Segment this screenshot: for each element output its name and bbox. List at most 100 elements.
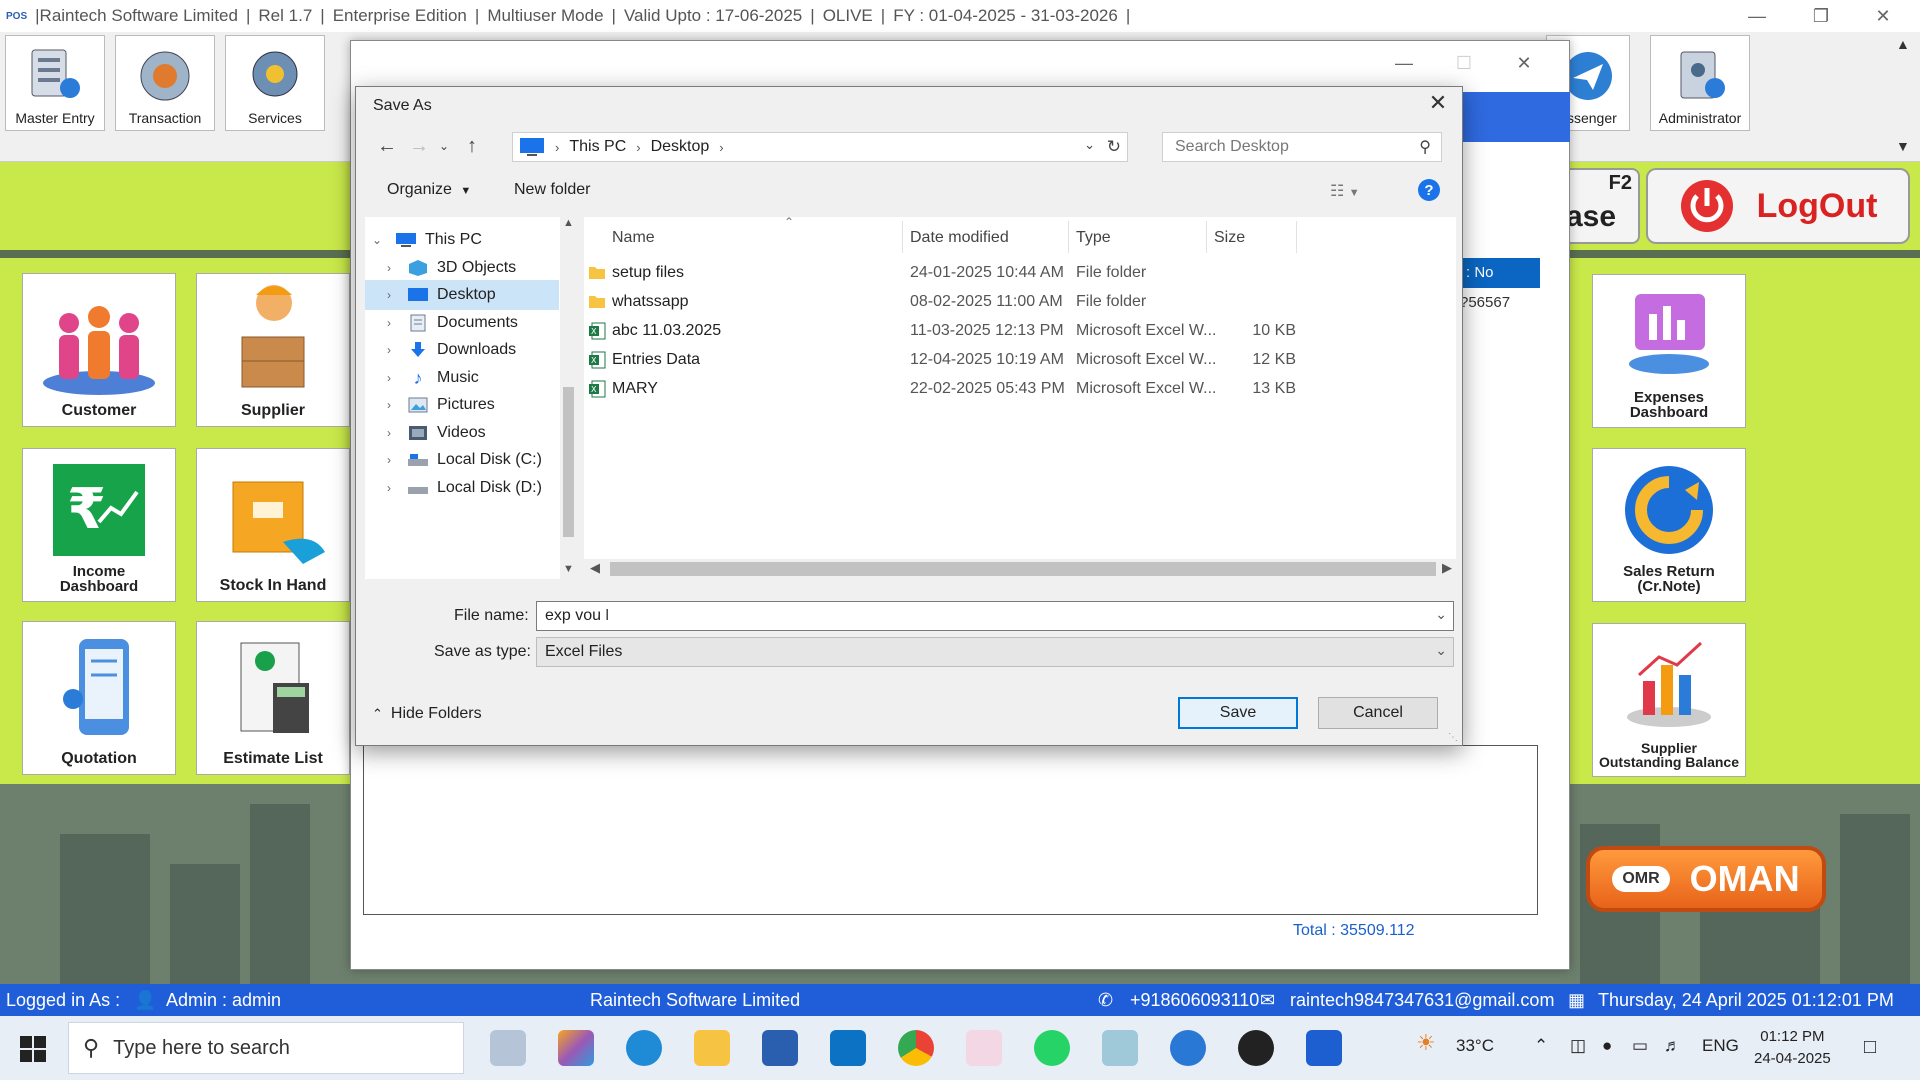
transaction-button[interactable]: Transaction	[115, 35, 215, 131]
task-view-icon[interactable]	[490, 1030, 526, 1066]
app-tile-icon[interactable]	[1102, 1030, 1138, 1066]
tree-expand-chevron-icon[interactable]: ›	[377, 343, 401, 357]
tree-item-documents[interactable]: › Documents	[365, 308, 559, 338]
scroll-down-icon[interactable]: ▼	[563, 563, 574, 575]
tree-item-local-disk-d[interactable]: › Local Disk (D:)	[365, 473, 559, 503]
search-desktop-input[interactable]: Search Desktop ⚲	[1162, 132, 1442, 162]
supplier-outstanding-tile[interactable]: Supplier Outstanding Balance	[1592, 623, 1746, 777]
media-app-icon[interactable]	[1238, 1030, 1274, 1066]
scroll-left-icon[interactable]: ◀	[590, 560, 600, 576]
services-button[interactable]: Services	[225, 35, 325, 131]
file-name-dropdown-icon[interactable]: ⌄	[1435, 606, 1447, 623]
tree-expand-chevron-icon[interactable]: ›	[377, 481, 401, 495]
tree-expand-chevron-icon[interactable]: ›	[377, 316, 401, 330]
tree-expand-chevron-icon[interactable]: ›	[377, 426, 401, 440]
file-row[interactable]: X MARY 22-02-2025 05:43 PM Microsoft Exc…	[584, 375, 1456, 404]
bg-window-close-icon[interactable]: ✕	[1501, 47, 1547, 79]
up-arrow-icon[interactable]: ↑	[459, 133, 485, 159]
tree-item-pictures[interactable]: › Pictures	[365, 390, 559, 420]
breadcrumb-desktop[interactable]: Desktop	[651, 138, 710, 156]
tree-item-3d-objects[interactable]: › 3D Objects	[365, 253, 559, 283]
expenses-dashboard-tile[interactable]: Expenses Dashboard	[1592, 274, 1746, 428]
weather-icon[interactable]: ☀	[1416, 1030, 1436, 1056]
tree-expand-chevron-icon[interactable]: ›	[377, 453, 401, 467]
minimize-icon[interactable]: —	[1734, 0, 1780, 32]
help-icon[interactable]: ?	[1418, 179, 1440, 201]
cancel-button[interactable]: Cancel	[1318, 697, 1438, 729]
hide-folders-toggle[interactable]: ⌃ Hide Folders	[372, 705, 482, 723]
raintech-app-icon[interactable]	[1306, 1030, 1342, 1066]
tree-scroll-thumb[interactable]	[563, 387, 574, 537]
edge-browser-icon[interactable]	[626, 1030, 662, 1066]
breadcrumb-this-pc[interactable]: This PC	[569, 138, 626, 156]
taskbar-clock[interactable]: 01:12 PM 24-04-2025	[1754, 1026, 1831, 1070]
tree-item-local-disk-c[interactable]: › Local Disk (C:)	[365, 445, 559, 475]
estimate-list-tile[interactable]: Estimate List	[196, 621, 350, 775]
bg-window-minimize-icon[interactable]: —	[1381, 47, 1427, 79]
microsoft-store-icon[interactable]	[762, 1030, 798, 1066]
column-type[interactable]: Type	[1076, 229, 1111, 247]
horizontal-scroll-thumb[interactable]	[610, 562, 1436, 576]
tree-item-desktop[interactable]: › Desktop	[365, 280, 559, 310]
column-size[interactable]: Size	[1214, 229, 1245, 247]
dialog-close-icon[interactable]: ✕	[1420, 87, 1456, 119]
toolbar-scroll-down-icon[interactable]: ▼	[1896, 138, 1910, 154]
income-dashboard-tile[interactable]: ₹ Income Dashboard	[22, 448, 176, 602]
tree-expand-chevron-icon[interactable]: ⌄	[365, 233, 389, 247]
file-row[interactable]: X abc 11.03.2025 11-03-2025 12:13 PM Mic…	[584, 317, 1456, 346]
administrator-button[interactable]: Administrator	[1650, 35, 1750, 131]
logout-button[interactable]: LogOut	[1646, 168, 1910, 244]
tree-item-music[interactable]: › ♪ Music	[365, 363, 559, 393]
address-dropdown-icon[interactable]: ⌄	[1084, 137, 1095, 153]
new-folder-button[interactable]: New folder	[514, 181, 590, 199]
resize-grip-icon[interactable]: ⋱	[1448, 732, 1458, 743]
address-bar[interactable]: › This PC › Desktop › ⌄ ↻	[512, 132, 1128, 162]
recent-locations-chevron-icon[interactable]: ⌄	[431, 133, 457, 159]
temperature[interactable]: 33°C	[1456, 1036, 1494, 1056]
column-name[interactable]: Name	[612, 229, 655, 247]
scroll-right-icon[interactable]: ▶	[1442, 560, 1452, 576]
notification-icon[interactable]: □	[1864, 1036, 1876, 1059]
tree-item-videos[interactable]: › Videos	[365, 418, 559, 448]
messenger-taskbar-icon[interactable]	[1170, 1030, 1206, 1066]
back-arrow-icon[interactable]: ←	[374, 133, 400, 159]
stock-in-hand-tile[interactable]: Stock In Hand	[196, 448, 350, 602]
language-indicator[interactable]: ENG	[1702, 1036, 1739, 1056]
file-list-horizontal-scrollbar[interactable]: ◀ ▶	[584, 559, 1456, 579]
tree-scrollbar[interactable]: ▲ ▼	[560, 217, 577, 579]
tree-item-this-pc[interactable]: ⌄ This PC	[365, 225, 559, 255]
customer-tile[interactable]: Customer	[22, 273, 176, 427]
master-entry-button[interactable]: Master Entry	[5, 35, 105, 131]
close-icon[interactable]: ✕	[1860, 0, 1906, 32]
file-name-input[interactable]: exp vou I ⌄	[536, 601, 1454, 631]
tree-expand-chevron-icon[interactable]: ›	[377, 398, 401, 412]
supplier-tile[interactable]: Supplier	[196, 273, 350, 427]
whatsapp-taskbar-icon[interactable]	[1034, 1030, 1070, 1066]
tree-expand-chevron-icon[interactable]: ›	[377, 288, 401, 302]
quotation-tile[interactable]: Quotation	[22, 621, 176, 775]
file-row[interactable]: setup files 24-01-2025 10:44 AM File fol…	[584, 259, 1456, 288]
tray-chevron-up-icon[interactable]: ⌃	[1534, 1036, 1548, 1056]
file-row[interactable]: X Entries Data 12-04-2025 10:19 AM Micro…	[584, 346, 1456, 375]
refresh-icon[interactable]: ↻	[1107, 137, 1121, 157]
file-explorer-icon[interactable]	[694, 1030, 730, 1066]
windows-start-icon[interactable]	[20, 1036, 46, 1067]
restore-icon[interactable]: ❐	[1798, 0, 1844, 32]
tree-expand-chevron-icon[interactable]: ›	[377, 371, 401, 385]
tree-item-downloads[interactable]: › Downloads	[365, 335, 559, 365]
tree-expand-chevron-icon[interactable]: ›	[377, 261, 401, 275]
sales-return-tile[interactable]: Sales Return (Cr.Note)	[1592, 448, 1746, 602]
volume-icon[interactable]: ♬	[1664, 1036, 1681, 1056]
scroll-up-icon[interactable]: ▲	[563, 217, 574, 229]
microphone-icon[interactable]: ●	[1602, 1036, 1612, 1056]
column-date-modified[interactable]: Date modified	[910, 229, 1009, 247]
outlook-icon[interactable]	[830, 1030, 866, 1066]
copilot-icon[interactable]	[558, 1030, 594, 1066]
f2-release-button[interactable]: F2 ase	[1560, 168, 1640, 244]
chrome-icon[interactable]	[898, 1030, 934, 1066]
taskbar-search-input[interactable]: ⚲ Type here to search	[68, 1022, 464, 1074]
toolbar-scroll-up-icon[interactable]: ▲	[1896, 36, 1910, 52]
save-button[interactable]: Save	[1178, 697, 1298, 729]
file-row[interactable]: whatssapp 08-02-2025 11:00 AM File folde…	[584, 288, 1456, 317]
view-options-icon[interactable]: ☷ ▼	[1330, 181, 1360, 201]
